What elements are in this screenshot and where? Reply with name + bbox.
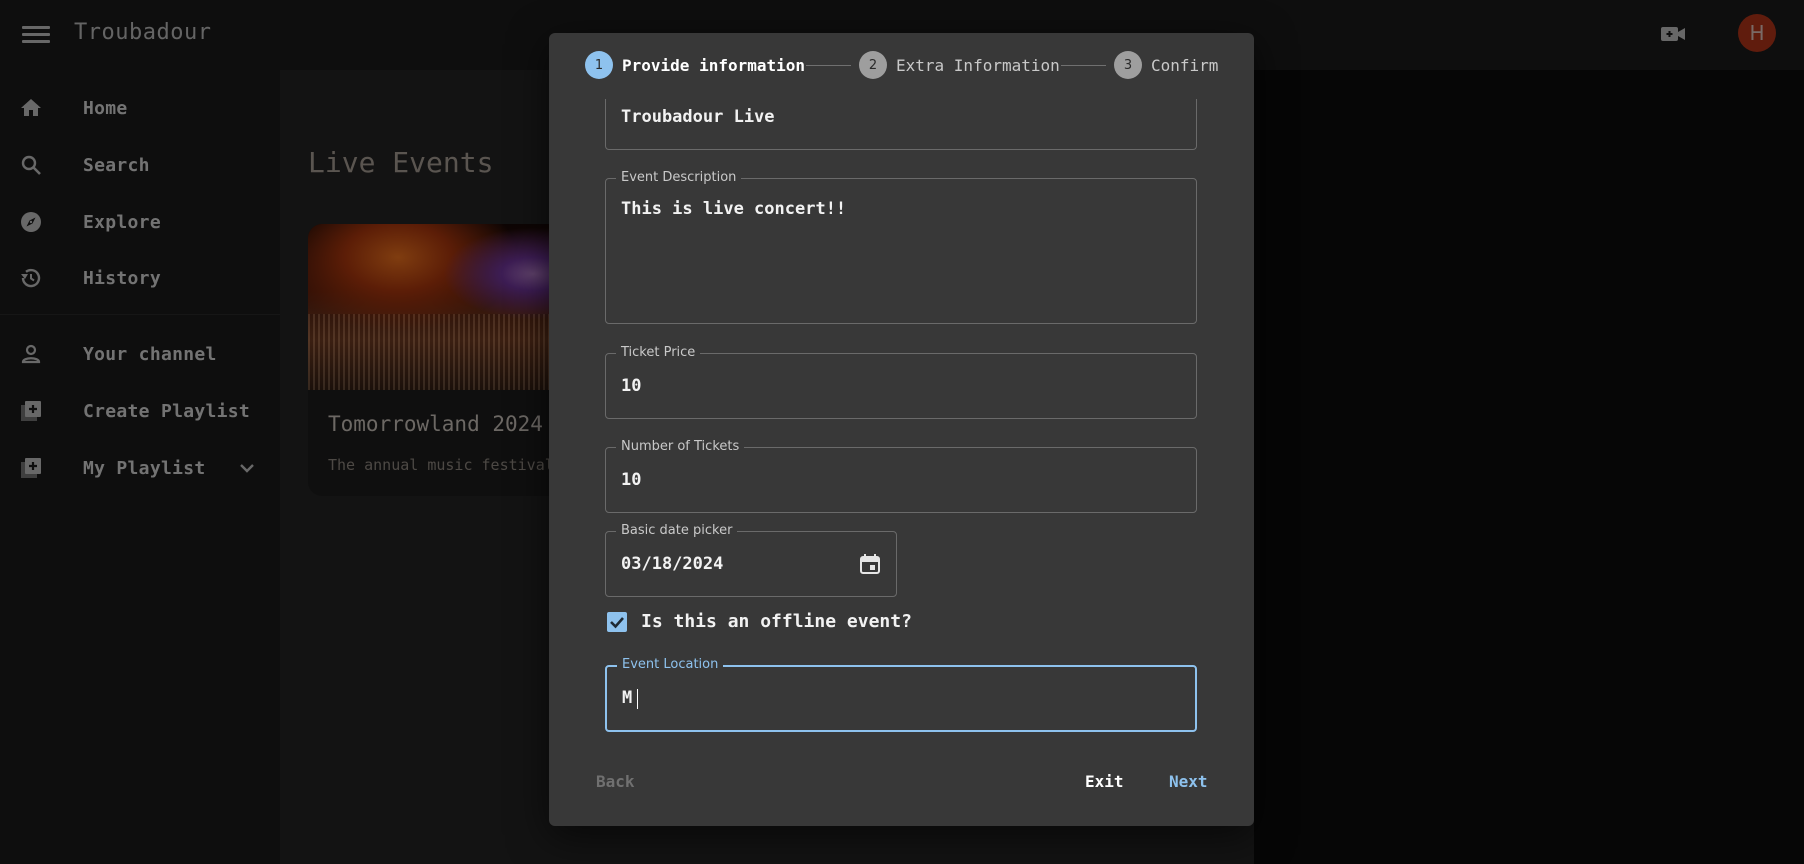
number-of-tickets-value: 10 xyxy=(621,470,642,490)
app-root: Troubadour H Home Search Explore xyxy=(0,0,1804,864)
ticket-price-field[interactable]: Ticket Price 10 xyxy=(605,345,1197,419)
step-label: Extra Information xyxy=(896,55,1060,75)
event-description-field[interactable]: Event Description This is live concert!! xyxy=(605,170,1197,324)
calendar-icon[interactable] xyxy=(858,552,882,576)
step-number: 3 xyxy=(1114,51,1142,79)
event-description-value: This is live concert!! xyxy=(621,199,847,219)
offline-event-checkbox[interactable] xyxy=(607,612,627,632)
event-name-value: Troubadour Live xyxy=(621,107,775,127)
back-button[interactable]: Back xyxy=(596,772,635,791)
step-label: Confirm xyxy=(1151,55,1219,75)
offline-event-label: Is this an offline event? xyxy=(641,611,912,632)
check-icon xyxy=(610,617,624,629)
field-label: Ticket Price xyxy=(616,345,701,360)
step-number: 1 xyxy=(585,51,613,79)
event-location-field[interactable]: Event Location M xyxy=(605,657,1197,732)
field-label: Number of Tickets xyxy=(616,439,745,454)
field-label: Event Description xyxy=(616,170,742,185)
text-cursor xyxy=(637,689,638,709)
field-label: Event Location xyxy=(617,657,724,672)
step-connector xyxy=(1061,65,1106,66)
field-label: Basic date picker xyxy=(616,523,738,538)
step-2: 2 Extra Information xyxy=(859,51,1060,79)
date-picker-value: 03/18/2024 xyxy=(621,554,724,574)
stepper: 1 Provide information 2 Extra Informatio… xyxy=(585,51,1221,81)
event-name-field[interactable]: Troubadour Live xyxy=(605,99,1197,150)
ticket-price-value: 10 xyxy=(621,376,642,396)
next-button[interactable]: Next xyxy=(1169,772,1208,791)
step-number: 2 xyxy=(859,51,887,79)
step-connector xyxy=(806,65,851,66)
step-3: 3 Confirm xyxy=(1114,51,1218,79)
step-label: Provide information xyxy=(622,55,806,75)
event-location-value: M xyxy=(622,688,633,708)
exit-button[interactable]: Exit xyxy=(1085,772,1124,791)
step-1: 1 Provide information xyxy=(585,51,805,79)
number-of-tickets-field[interactable]: Number of Tickets 10 xyxy=(605,439,1197,513)
date-picker-field[interactable]: Basic date picker 03/18/2024 xyxy=(605,523,897,597)
